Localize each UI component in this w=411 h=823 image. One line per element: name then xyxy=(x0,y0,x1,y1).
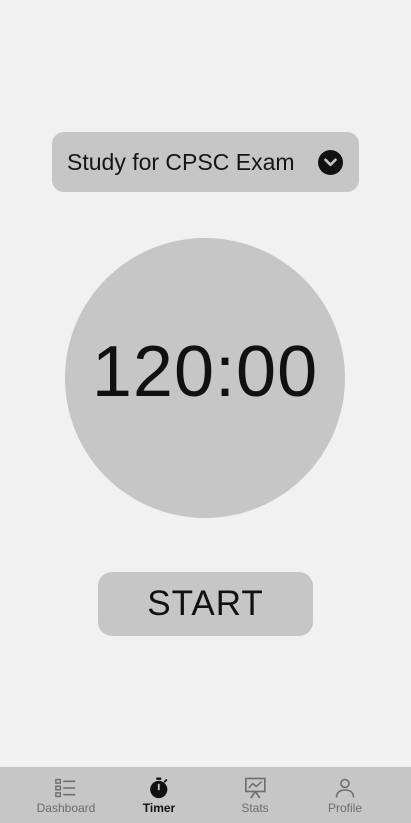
nav-label-timer: Timer xyxy=(142,801,176,815)
timer-circle: 120:00 xyxy=(65,238,345,518)
list-icon xyxy=(55,777,77,799)
nav-label-stats: Stats xyxy=(241,801,269,815)
nav-label-profile: Profile xyxy=(327,801,363,815)
nav-label-dashboard: Dashboard xyxy=(36,801,96,815)
timer-display: 120:00 xyxy=(91,332,319,412)
bottom-navigation: Dashboard Timer Stats Profile xyxy=(0,767,411,823)
nav-item-timer[interactable]: Timer xyxy=(143,767,175,823)
start-button[interactable]: START xyxy=(98,572,313,636)
nav-item-profile[interactable]: Profile xyxy=(328,767,362,823)
nav-item-stats[interactable]: Stats xyxy=(241,767,269,823)
task-selector-label: Study for CPSC Exam xyxy=(67,148,295,175)
chevron-down-icon[interactable] xyxy=(318,149,343,175)
presentation-chart-icon xyxy=(244,777,266,799)
task-selector[interactable]: Study for CPSC Exam xyxy=(52,132,359,192)
stopwatch-icon xyxy=(149,777,169,799)
nav-item-dashboard[interactable]: Dashboard xyxy=(36,767,96,823)
person-icon xyxy=(334,777,356,799)
